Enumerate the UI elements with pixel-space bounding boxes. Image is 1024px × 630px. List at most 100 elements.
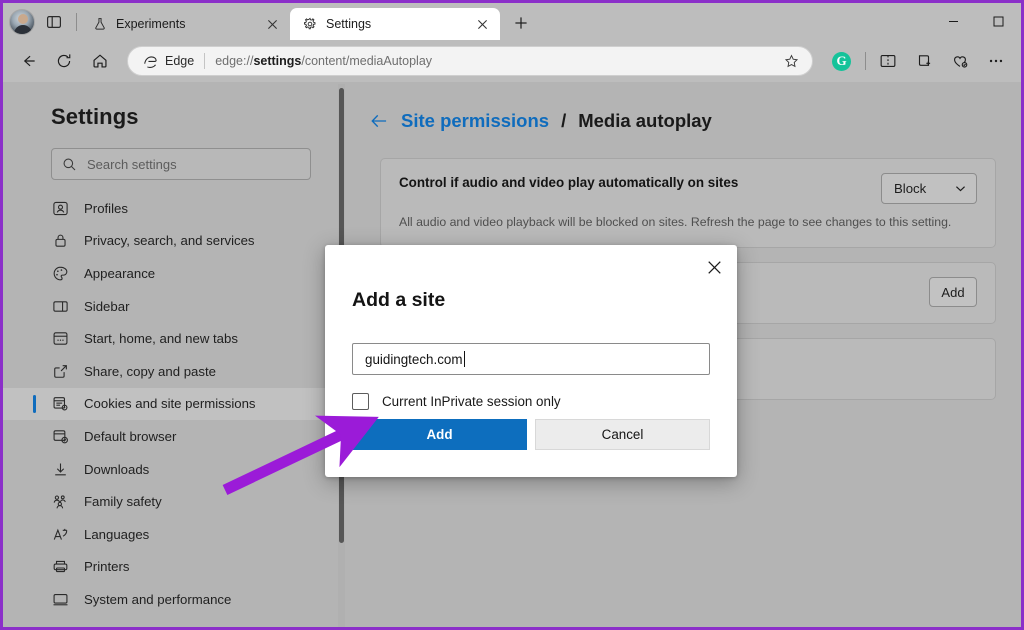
monitor-icon	[51, 590, 70, 609]
breadcrumb: Site permissions / Media autoplay	[369, 110, 1007, 132]
inprivate-checkbox[interactable]	[352, 393, 369, 410]
window-icon	[51, 329, 70, 348]
sidebar-icon	[51, 297, 70, 316]
site-input[interactable]: guidingtech.com	[352, 343, 710, 375]
family-icon	[51, 492, 70, 511]
gear-icon	[302, 16, 318, 32]
sidebar-item-system-and-performance[interactable]: System and performance	[3, 583, 333, 616]
close-icon[interactable]	[262, 14, 282, 34]
edge-badge: Edge	[142, 53, 194, 70]
printer-icon	[51, 557, 70, 576]
browser-essentials-icon[interactable]	[943, 45, 977, 77]
share-icon	[51, 362, 70, 381]
search-input[interactable]: Search settings	[51, 148, 311, 180]
home-icon[interactable]	[83, 45, 117, 77]
tab-left-controls	[3, 3, 80, 40]
favorite-star-icon[interactable]	[778, 48, 804, 74]
collections-icon[interactable]	[907, 45, 941, 77]
sidebar-item-appearance[interactable]: Appearance	[3, 257, 333, 290]
inprivate-checkbox-row[interactable]: Current InPrivate session only	[352, 393, 561, 410]
more-options-icon[interactable]	[979, 45, 1013, 77]
refresh-icon[interactable]	[47, 45, 81, 77]
sidebar-item-languages[interactable]: Languages	[3, 518, 333, 551]
media-autoplay-dropdown[interactable]: Block	[881, 173, 977, 204]
sidebar-item-label: Start, home, and new tabs	[84, 331, 238, 347]
sidebar-item-label: Cookies and site permissions	[84, 396, 256, 412]
media-autoplay-control-card: Control if audio and video play automati…	[380, 158, 996, 248]
sidebar-item-label: System and performance	[84, 591, 232, 607]
tab-settings[interactable]: Settings	[290, 8, 500, 40]
search-icon	[62, 157, 77, 172]
text-caret	[463, 351, 465, 367]
sidebar-item-downloads[interactable]: Downloads	[3, 453, 333, 486]
sidebar-item-family-safety[interactable]: Family safety	[3, 485, 333, 518]
tab-strip: Experiments Settings	[3, 3, 1021, 40]
cookies-icon	[51, 394, 70, 413]
dropdown-value: Block	[894, 181, 927, 196]
sidebar-item-cookies-and-site-permissions[interactable]: Cookies and site permissions	[3, 387, 333, 421]
sidebar-item-share-copy-paste[interactable]: Share, copy and paste	[3, 355, 333, 388]
sidebar-item-label: Appearance	[84, 265, 156, 281]
language-icon	[51, 525, 70, 544]
browser-toolbar: Edge edge://settings/content/mediaAutopl…	[3, 40, 1021, 82]
sidebar-item-label: Printers	[84, 559, 130, 575]
divider	[76, 12, 77, 31]
dialog-cancel-button[interactable]: Cancel	[535, 419, 710, 450]
url-bold: settings	[253, 54, 302, 68]
page-title: Settings	[51, 104, 139, 129]
tab-title: Settings	[326, 17, 372, 31]
tab-experiments[interactable]: Experiments	[80, 8, 290, 40]
close-icon[interactable]	[699, 252, 729, 282]
minimize-button[interactable]	[931, 3, 976, 39]
inprivate-checkbox-label: Current InPrivate session only	[382, 394, 561, 409]
sidebar-item-label: Profiles	[84, 200, 128, 216]
sidebar-item-printers[interactable]: Printers	[3, 551, 333, 584]
url-suffix: /content/mediaAutoplay	[301, 54, 433, 68]
sidebar-item-sidebar[interactable]: Sidebar	[3, 290, 333, 323]
sidebar-item-label: Family safety	[84, 494, 162, 510]
dialog-add-button[interactable]: Add	[352, 419, 527, 450]
tab-actions-icon[interactable]	[39, 7, 69, 37]
profiles-icon	[51, 199, 70, 218]
address-bar[interactable]: Edge edge://settings/content/mediaAutopl…	[127, 46, 813, 76]
search-placeholder: Search settings	[87, 156, 177, 172]
back-arrow-icon[interactable]	[369, 111, 389, 131]
edge-logo-icon	[142, 53, 159, 70]
default-browser-icon	[51, 427, 70, 446]
url-prefix: edge://	[215, 54, 254, 68]
sidebar-item-label: Privacy, search, and services	[84, 233, 255, 249]
divider	[865, 52, 866, 70]
edge-label: Edge	[165, 54, 195, 68]
sidebar-item-start-home[interactable]: Start, home, and new tabs	[3, 322, 333, 355]
split-screen-icon[interactable]	[871, 45, 905, 77]
add-site-button[interactable]: Add	[929, 277, 977, 307]
breadcrumb-link-site-permissions[interactable]: Site permissions	[401, 110, 549, 132]
palette-icon	[51, 264, 70, 283]
sidebar-item-label: Default browser	[84, 428, 177, 444]
close-icon[interactable]	[472, 14, 492, 34]
divider	[204, 53, 206, 69]
card-subtitle: All audio and video playback will be blo…	[399, 215, 952, 229]
sidebar-item-privacy[interactable]: Privacy, search, and services	[3, 225, 333, 258]
avatar[interactable]	[9, 8, 35, 35]
sidebar-item-default-browser[interactable]: Default browser	[3, 420, 333, 453]
window-controls	[931, 3, 1021, 39]
breadcrumb-current: Media autoplay	[578, 110, 712, 131]
site-input-value: guidingtech.com	[365, 351, 463, 367]
back-icon[interactable]	[11, 45, 45, 77]
breadcrumb-separator: /	[561, 110, 567, 131]
card-row: Control if audio and video play automati…	[399, 173, 977, 204]
lock-icon	[51, 231, 70, 250]
maximize-button[interactable]	[976, 3, 1021, 39]
sidebar-item-label: Languages	[84, 526, 150, 542]
new-tab-button[interactable]	[506, 8, 536, 38]
sidebar-item-label: Sidebar	[84, 298, 130, 314]
grammarly-icon[interactable]: G	[832, 51, 851, 71]
chevron-down-icon	[954, 182, 967, 195]
sidebar-item-profiles[interactable]: Profiles	[3, 192, 333, 225]
sidebar-item-label: Share, copy and paste	[84, 363, 216, 379]
url-text: edge://settings/content/mediaAutoplay	[215, 54, 778, 68]
dialog-buttons: Add Cancel	[352, 419, 710, 450]
settings-sidebar: Settings Search settings Profiles Privac…	[3, 82, 345, 627]
grammarly-letter: G	[836, 53, 847, 68]
